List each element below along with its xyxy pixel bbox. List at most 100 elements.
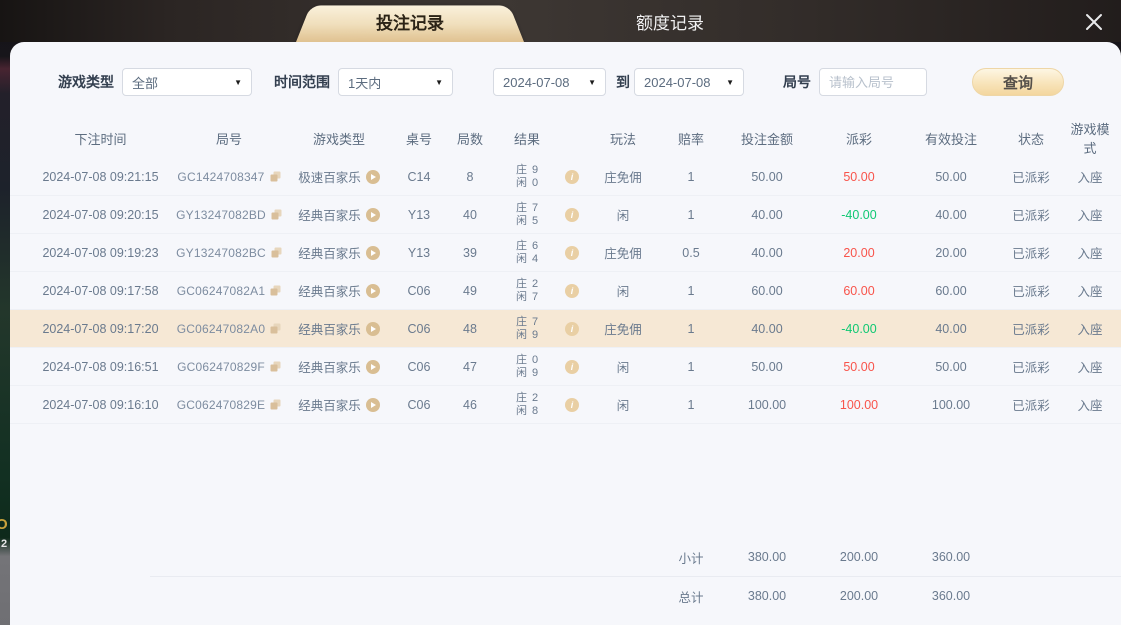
table-row[interactable]: 2024-07-08 09:20:15 GY13247082BD 经典百家乐 Y13 4… <box>10 196 1121 234</box>
info-icon[interactable]: i <box>565 359 579 374</box>
round-no-cell: 8 <box>466 169 474 184</box>
round-no-cell: 40 <box>463 207 477 222</box>
bet-records-panel: 游戏类型 全部 ▼ 时间范围 1天内 ▼ 2024-07-08 ▼ 到 2024… <box>10 42 1121 625</box>
odds-cell: 1 <box>687 169 695 184</box>
banker-score: 6 <box>531 239 539 252</box>
date-to-select[interactable]: 2024-07-08 ▼ <box>634 68 744 96</box>
round-id-cell: GY13247082BC <box>173 246 285 260</box>
round-id-text: GC06247082A1 <box>176 283 266 298</box>
copy-icon[interactable] <box>270 399 281 410</box>
play-icon[interactable] <box>365 207 380 222</box>
game-type-text: 经典百家乐 <box>298 247 361 261</box>
result-info-cell: i <box>559 169 585 184</box>
tab-bet-records[interactable]: 投注记录 <box>310 0 510 42</box>
info-icon[interactable]: i <box>565 169 579 184</box>
play-icon[interactable] <box>365 359 380 374</box>
subtotal-bet: 380.00 <box>747 550 787 564</box>
table-row[interactable]: 2024-07-08 09:19:23 GY13247082BC 经典百家乐 Y13 3… <box>10 234 1121 272</box>
banker-score: 9 <box>531 163 539 176</box>
date-to-label: 到 <box>616 74 630 90</box>
game-type-text: 经典百家乐 <box>298 323 361 337</box>
info-icon[interactable]: i <box>565 207 579 222</box>
player-score: 0 <box>531 176 539 189</box>
status-cell: 已派彩 <box>1012 171 1050 185</box>
copy-icon[interactable] <box>270 361 281 372</box>
column-header: 下注时间 <box>74 131 127 147</box>
chevron-down-icon: ▼ <box>588 77 596 87</box>
banker-label: 庄 <box>515 163 527 176</box>
time-range-select[interactable]: 1天内 ▼ <box>338 68 453 96</box>
banker-score: 7 <box>531 315 539 328</box>
payout-cell: -40.00 <box>841 321 877 336</box>
subtotal-row: 小计 380.00 200.00 360.00 <box>10 538 1121 576</box>
copy-icon[interactable] <box>270 285 281 296</box>
table-row[interactable]: 2024-07-08 09:16:51 GC062470829F 经典百家乐 C06 4… <box>10 348 1121 386</box>
play-icon[interactable] <box>365 169 380 184</box>
search-button[interactable]: 查询 <box>972 68 1064 96</box>
banker-score: 7 <box>531 201 539 214</box>
game-type-cell: 经典百家乐 <box>285 319 393 338</box>
copy-icon[interactable] <box>271 247 282 258</box>
table-no-cell: C14 <box>407 169 431 184</box>
info-icon[interactable]: i <box>565 245 579 260</box>
game-type-label: 游戏类型 <box>58 74 114 90</box>
status-cell: 已派彩 <box>1012 361 1050 375</box>
round-id-field <box>819 68 927 96</box>
chevron-down-icon: ▼ <box>435 77 443 87</box>
column-header: 派彩 <box>845 131 872 147</box>
game-type-select[interactable]: 全部 ▼ <box>122 68 252 96</box>
payout-cell: 60.00 <box>843 283 875 298</box>
tab-bar: 投注记录 额度记录 <box>310 0 770 42</box>
player-score: 4 <box>531 252 539 265</box>
play-type-cell: 庄免佣 <box>604 247 642 261</box>
valid-bet-cell: 100.00 <box>931 397 971 412</box>
copy-icon[interactable] <box>271 209 282 220</box>
result-info-cell: i <box>559 359 585 374</box>
round-id-cell: GC062470829E <box>173 398 285 412</box>
bet-amount-cell: 40.00 <box>751 207 783 222</box>
status-cell: 已派彩 <box>1012 399 1050 413</box>
date-from-select[interactable]: 2024-07-08 ▼ <box>493 68 606 96</box>
banker-score: 2 <box>531 391 539 404</box>
round-id-cell: GC06247082A0 <box>173 322 285 336</box>
game-type-text: 经典百家乐 <box>298 399 361 413</box>
play-type-cell: 闲 <box>616 361 630 375</box>
valid-bet-cell: 40.00 <box>935 321 967 336</box>
banker-result: 庄2 <box>516 278 538 291</box>
banker-label: 庄 <box>515 391 527 404</box>
copy-icon[interactable] <box>270 171 281 182</box>
total-bet: 380.00 <box>747 589 787 603</box>
bet-amount-cell: 40.00 <box>751 245 783 260</box>
copy-icon[interactable] <box>270 323 281 334</box>
player-score: 9 <box>531 366 539 379</box>
round-id-input[interactable] <box>829 74 917 90</box>
play-icon[interactable] <box>365 245 380 260</box>
table-row[interactable]: 2024-07-08 09:21:15 GC1424708347 极速百家乐 C14 8… <box>10 158 1121 196</box>
round-no-cell: 49 <box>463 283 477 298</box>
round-id-label: 局号 <box>783 74 811 90</box>
bet-amount-cell: 60.00 <box>751 283 783 298</box>
table-row[interactable]: 2024-07-08 09:17:58 GC06247082A1 经典百家乐 C06 4… <box>10 272 1121 310</box>
banker-result: 庄0 <box>516 354 538 367</box>
play-icon[interactable] <box>365 321 380 336</box>
valid-bet-cell: 50.00 <box>935 169 967 184</box>
play-icon[interactable] <box>365 397 380 412</box>
play-icon[interactable] <box>365 283 380 298</box>
table-row[interactable]: 2024-07-08 09:16:10 GC062470829E 经典百家乐 C06 4… <box>10 386 1121 424</box>
info-icon[interactable]: i <box>565 397 579 412</box>
time-range-value: 1天内 <box>348 75 382 91</box>
table-header-row: 下注时间 局号 游戏类型 桌号 局数 结果 玩法 赔率 投注金额 派彩 有效投注 状态 游戏模式 <box>10 118 1121 158</box>
info-icon[interactable]: i <box>565 321 579 336</box>
result-cell: 庄7闲5 <box>495 202 559 228</box>
info-icon[interactable]: i <box>565 283 579 298</box>
player-label: 闲 <box>515 252 527 265</box>
tab-quota-records[interactable]: 额度记录 <box>570 0 770 42</box>
game-mode-cell: 入座 <box>1077 209 1103 223</box>
close-icon[interactable] <box>1081 9 1107 35</box>
game-mode-cell: 入座 <box>1077 323 1103 337</box>
table-row[interactable]: 2024-07-08 09:17:20 GC06247082A0 经典百家乐 C06 4… <box>10 310 1121 348</box>
result-info-cell: i <box>559 321 585 336</box>
table-no-cell: C06 <box>407 359 431 374</box>
result-info-cell: i <box>559 397 585 412</box>
banker-score: 2 <box>531 277 539 290</box>
